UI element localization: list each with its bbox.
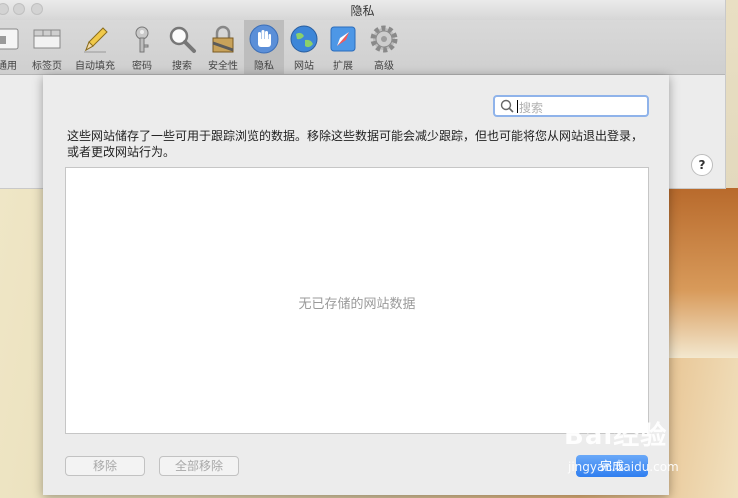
title-bar: 隐私	[0, 0, 725, 20]
tab-advanced[interactable]: 高级	[364, 20, 404, 74]
hand-icon	[249, 24, 279, 54]
puzzle-icon	[330, 26, 356, 52]
remove-all-button[interactable]: 全部移除	[159, 456, 239, 476]
tab-general-label: 通用	[0, 61, 17, 72]
tab-passwords[interactable]: 密码	[124, 20, 160, 74]
tab-general[interactable]: 通用	[0, 20, 22, 74]
gear-icon	[370, 25, 398, 53]
wallpaper-detail	[658, 188, 738, 358]
sheet-description: 这些网站储存了一些可用于跟踪浏览的数据。移除这些数据可能会减少跟踪，但也可能将您…	[67, 129, 644, 159]
search-input[interactable]: 搜索	[493, 95, 649, 117]
tab-search-label: 搜索	[172, 61, 192, 72]
tab-tabs[interactable]: 标签页	[27, 20, 67, 74]
watermark-url: jingyan.baidu.com	[568, 460, 679, 474]
tab-security[interactable]: 安全性	[203, 20, 243, 74]
remove-button[interactable]: 移除	[65, 456, 145, 476]
search-magnifier-icon	[169, 26, 196, 53]
lock-icon	[212, 25, 234, 53]
key-icon	[135, 26, 149, 53]
text-caret	[517, 100, 518, 113]
watermark-brand: Bai经验	[564, 421, 668, 451]
tab-autofill[interactable]: 自动填充	[70, 20, 120, 74]
empty-list-message: 无已存储的网站数据	[298, 297, 416, 312]
tab-advanced-label: 高级	[374, 61, 394, 72]
preferences-toolbar: 通用 标签页 自动填充 密码 搜索 安全性 隐私 网站 扩展 高级	[0, 20, 725, 75]
tab-security-label: 安全性	[208, 61, 238, 72]
tab-tabs-label: 标签页	[32, 61, 62, 72]
globe-icon	[290, 25, 318, 53]
baidu-watermark: Bai经验 jingyan.baidu.com	[556, 410, 736, 490]
tab-privacy[interactable]: 隐私	[244, 20, 284, 74]
tab-websites-label: 网站	[294, 61, 314, 72]
autofill-pencil-icon	[84, 27, 108, 53]
window-title: 隐私	[350, 4, 375, 18]
tabs-icon	[33, 29, 61, 49]
search-icon	[500, 99, 514, 113]
tab-extensions[interactable]: 扩展	[324, 20, 362, 74]
website-data-list[interactable]: 无已存储的网站数据	[65, 167, 649, 434]
tab-websites[interactable]: 网站	[286, 20, 322, 74]
tab-passwords-label: 密码	[132, 61, 152, 72]
tab-privacy-label: 隐私	[254, 61, 274, 72]
tab-extensions-label: 扩展	[333, 61, 353, 72]
general-icon	[0, 28, 19, 50]
tab-autofill-label: 自动填充	[75, 61, 115, 72]
search-placeholder: 搜索	[519, 101, 544, 115]
tab-search[interactable]: 搜索	[163, 20, 201, 74]
help-button[interactable]: ?	[691, 154, 713, 176]
